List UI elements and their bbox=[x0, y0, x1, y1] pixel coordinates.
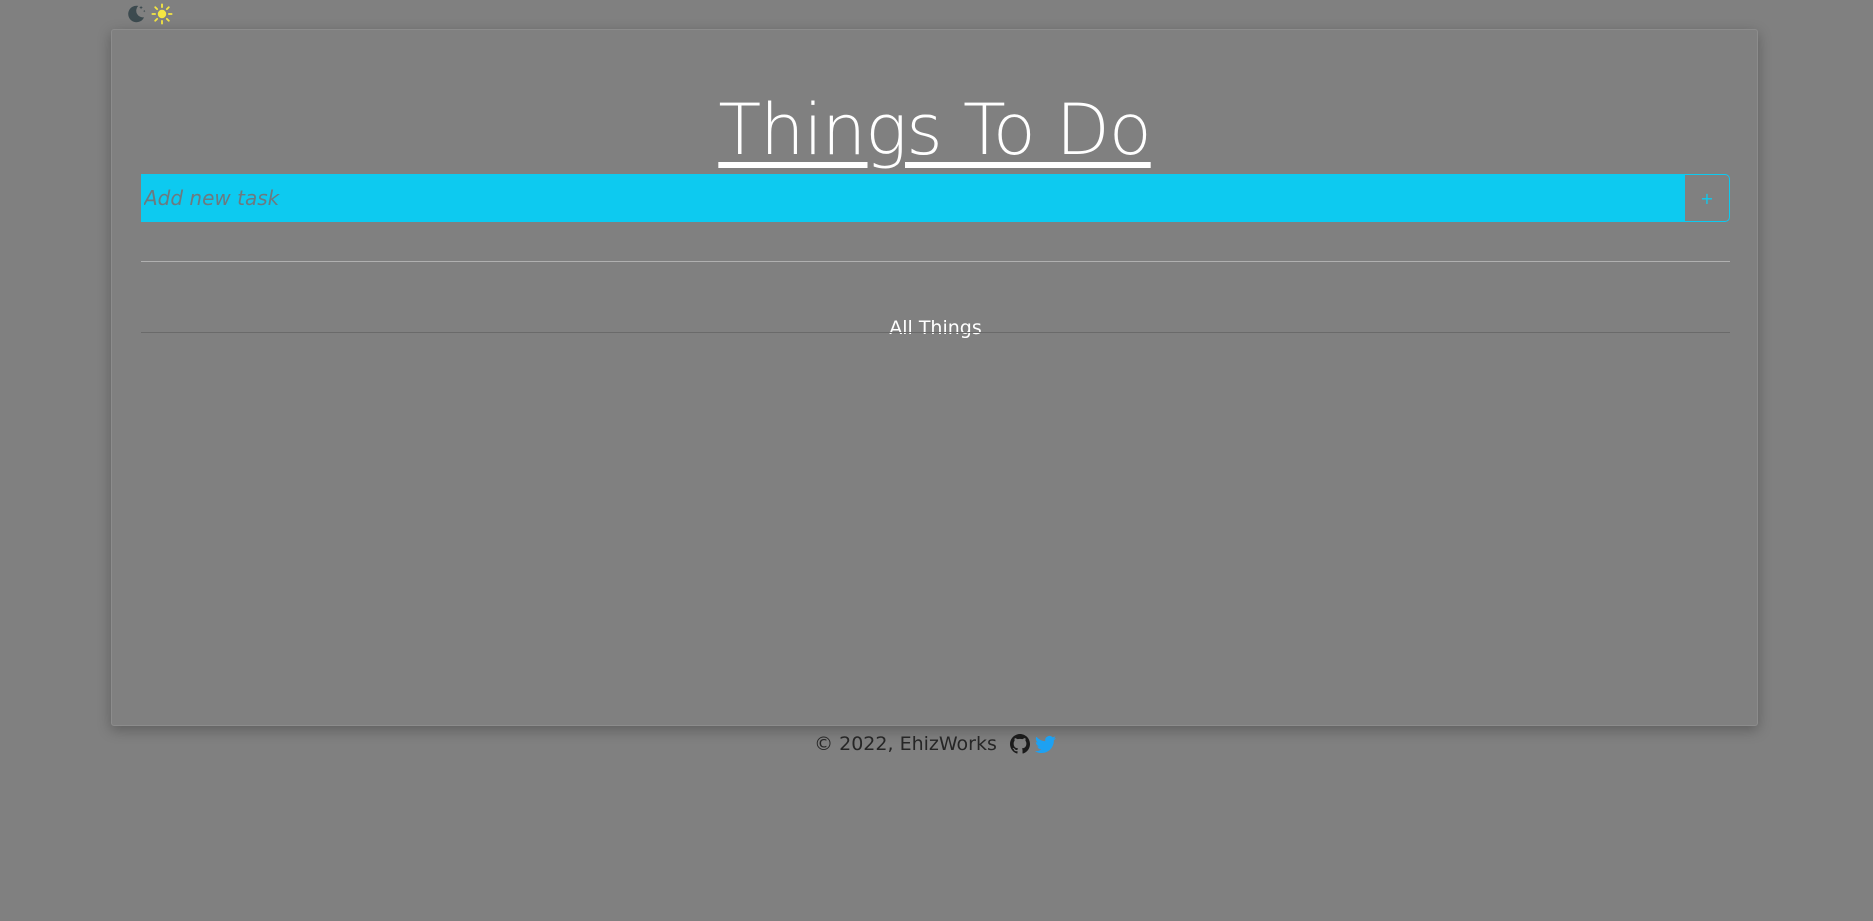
divider bbox=[141, 261, 1730, 262]
title-wrap: Things To Do bbox=[112, 88, 1757, 172]
add-task-button[interactable]: + bbox=[1685, 174, 1730, 222]
sun-icon[interactable] bbox=[150, 2, 174, 26]
page-title: Things To Do bbox=[718, 89, 1151, 171]
divider bbox=[141, 332, 1730, 333]
todo-card: Things To Do + All Things bbox=[111, 29, 1758, 726]
moon-stars-icon[interactable] bbox=[124, 2, 148, 26]
theme-toggle bbox=[124, 2, 174, 26]
add-task-form: + bbox=[141, 174, 1730, 222]
new-task-input[interactable] bbox=[141, 174, 1685, 222]
twitter-icon[interactable] bbox=[1034, 732, 1058, 756]
github-icon[interactable] bbox=[1008, 732, 1032, 756]
footer: © 2022, EhizWorks bbox=[0, 729, 1873, 759]
task-list bbox=[141, 334, 1730, 694]
copyright-text: © 2022, EhizWorks bbox=[814, 733, 997, 755]
